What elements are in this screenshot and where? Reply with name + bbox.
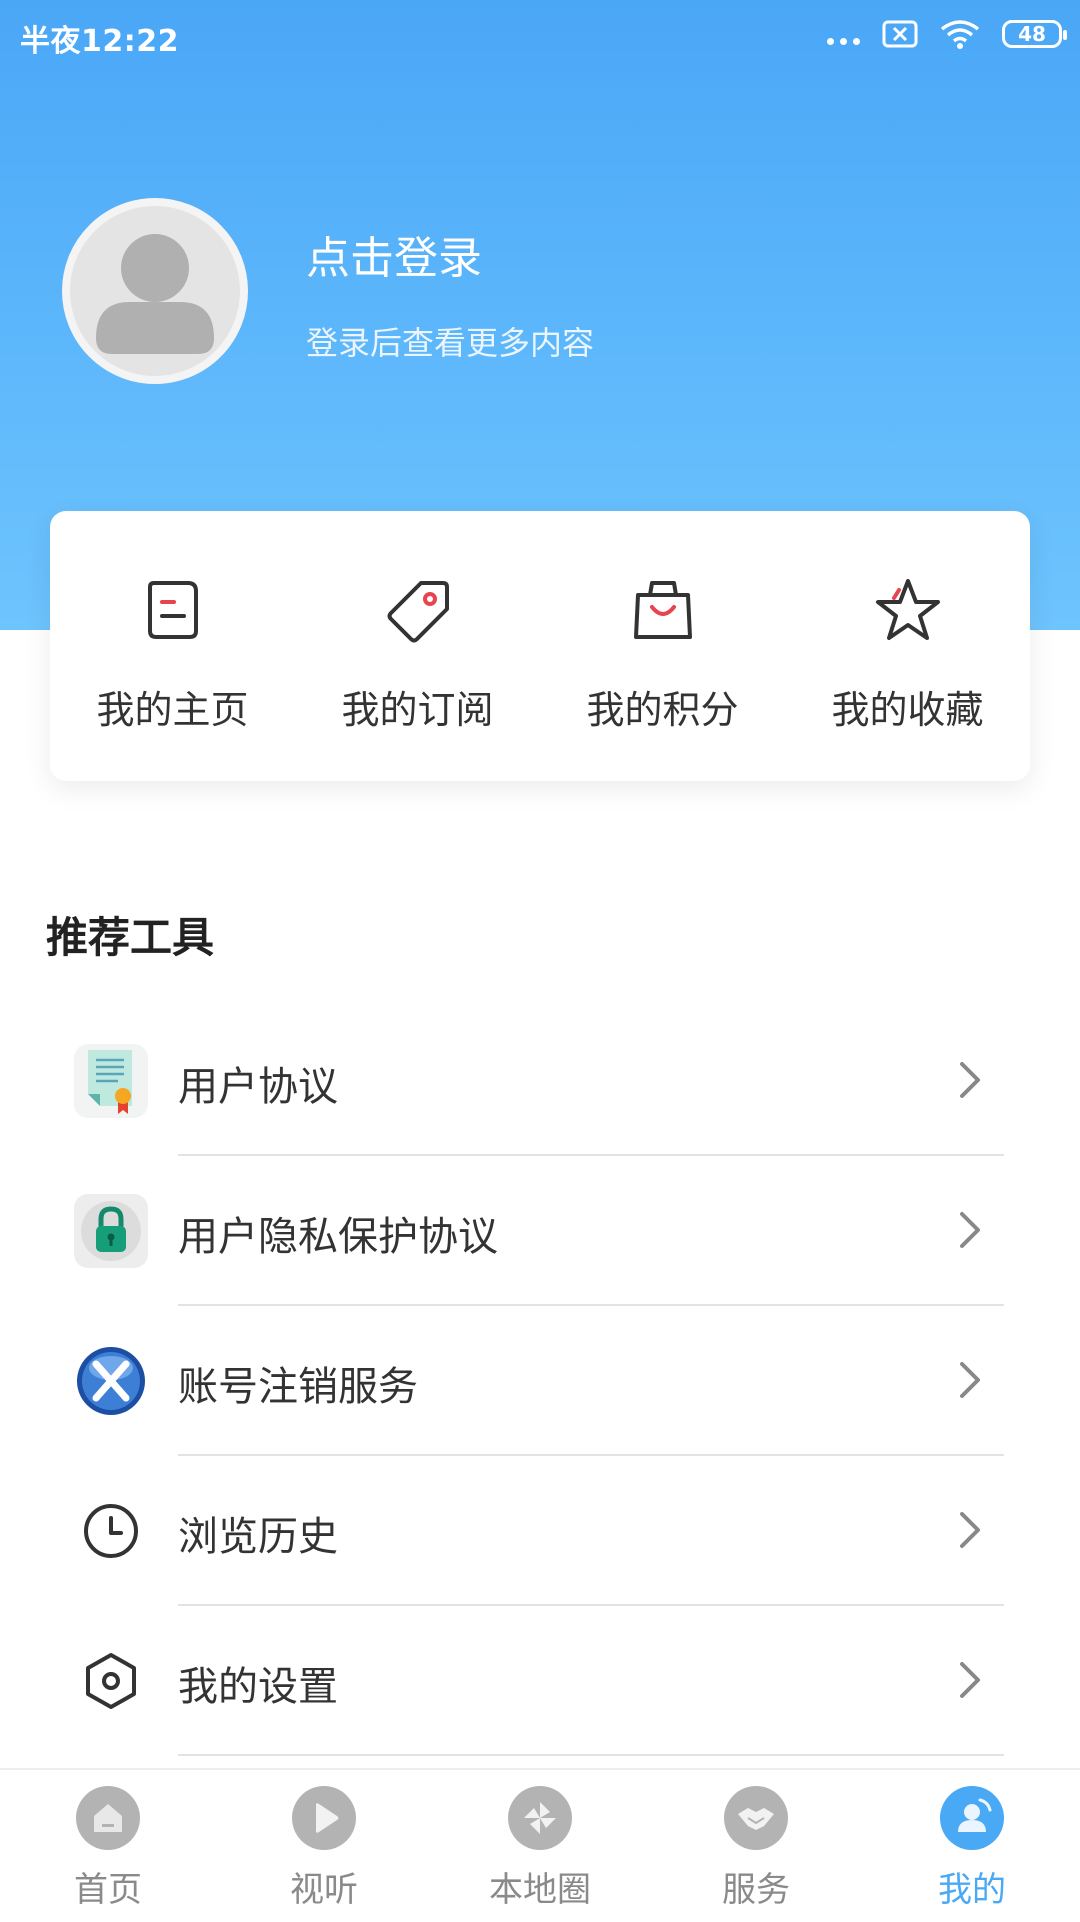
quick-actions-card: 我的主页 我的订阅 我的积分 我的收藏 [50,511,1030,781]
quick-action-subscription[interactable]: 我的订阅 [295,511,540,781]
tool-row-account-cancellation[interactable]: 账号注销服务 [0,1306,1080,1456]
tool-label: 账号注销服务 [178,1364,418,1410]
tool-list: 用户协议 用户隐私保护协议 账号注销服务 浏览历史 我的设置 [0,1006,1080,1756]
quick-action-label: 我的积分 [586,688,739,732]
status-time: 半夜12:22 [20,24,179,59]
quick-action-favorites[interactable]: 我的收藏 [785,511,1030,781]
chevron-right-icon [960,1212,980,1248]
settings-hex-icon [74,1644,148,1718]
battery-icon: 48 [1002,20,1067,48]
nav-service[interactable]: 服务 [648,1770,864,1922]
nav-mine[interactable]: 我的 [864,1770,1080,1922]
divider [178,1754,1004,1756]
lock-icon [74,1194,148,1268]
x-circle-icon [74,1344,148,1418]
tag-icon [387,581,449,643]
wifi-icon [940,20,980,49]
status-icons: 48 [827,18,1067,50]
nav-home[interactable]: 首页 [0,1770,216,1922]
login-subtitle: 登录后查看更多内容 [306,324,595,362]
bottom-nav: 首页 视听 本地圈 服务 我的 [0,1768,1080,1922]
certificate-icon [74,1044,148,1118]
nav-label: 我的 [938,1870,1006,1910]
tool-row-privacy-agreement[interactable]: 用户隐私保护协议 [0,1156,1080,1306]
tool-label: 我的设置 [178,1664,338,1710]
tool-label: 用户协议 [178,1064,338,1110]
section-title: 推荐工具 [46,913,215,962]
clock-icon [74,1494,148,1568]
login-title[interactable]: 点击登录 [306,222,482,286]
star-icon [875,579,940,640]
homepage-icon [147,581,198,639]
nav-local[interactable]: 本地圈 [432,1770,648,1922]
chevron-right-icon [960,1362,980,1398]
tool-label: 用户隐私保护协议 [178,1214,498,1260]
chevron-right-icon [960,1662,980,1698]
user-icon [940,1786,1004,1850]
nav-label: 本地圈 [489,1870,591,1910]
nav-label: 首页 [74,1870,142,1910]
default-avatar-icon [96,234,214,354]
tool-row-user-agreement[interactable]: 用户协议 [0,1006,1080,1156]
quick-action-homepage[interactable]: 我的主页 [50,511,295,781]
chevron-right-icon [960,1512,980,1548]
home-icon [76,1786,140,1850]
tool-label: 浏览历史 [178,1514,338,1560]
pinwheel-icon [508,1786,572,1850]
battery-level: 48 [1018,22,1046,46]
tool-row-settings[interactable]: 我的设置 [0,1606,1080,1756]
play-icon [292,1786,356,1850]
shopping-bag-icon [633,581,692,639]
handshake-icon [724,1786,788,1850]
more-dots-icon [827,37,860,45]
quick-action-label: 我的订阅 [341,688,494,732]
quick-action-points[interactable]: 我的积分 [540,511,785,781]
nav-media[interactable]: 视听 [216,1770,432,1922]
quick-action-label: 我的主页 [96,688,249,732]
chevron-right-icon [960,1062,980,1098]
nav-label: 视听 [290,1870,358,1910]
status-bar: 半夜12:22 48 [0,0,1080,72]
quick-action-label: 我的收藏 [831,688,984,732]
avatar[interactable] [62,198,248,384]
sim-blocked-icon [882,20,918,48]
tool-row-browsing-history[interactable]: 浏览历史 [0,1456,1080,1606]
nav-label: 服务 [722,1870,790,1910]
